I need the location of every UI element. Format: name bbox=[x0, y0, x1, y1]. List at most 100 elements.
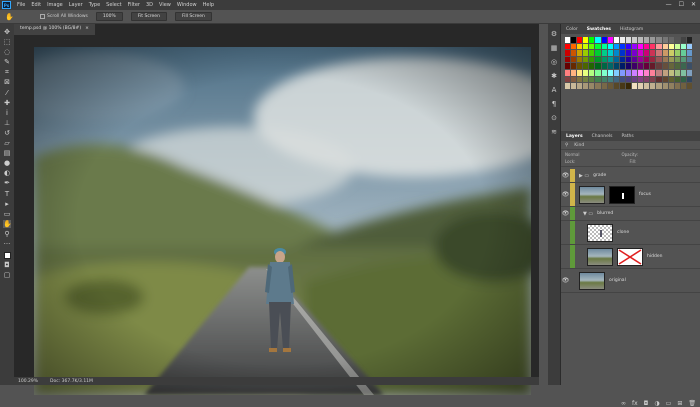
color-swatch[interactable] bbox=[577, 50, 583, 56]
type-tool-icon[interactable]: T bbox=[3, 190, 11, 198]
color-swatch[interactable] bbox=[668, 56, 674, 63]
fill-screen-button[interactable]: Fill Screen bbox=[174, 12, 212, 21]
color-swatch[interactable] bbox=[680, 83, 686, 89]
color-swatch[interactable] bbox=[589, 69, 595, 76]
color-swatch[interactable] bbox=[668, 76, 674, 83]
color-swatch[interactable] bbox=[571, 56, 577, 63]
color-swatch[interactable] bbox=[607, 69, 613, 76]
color-swatch[interactable] bbox=[589, 37, 595, 43]
color-swatch[interactable] bbox=[619, 69, 625, 76]
color-swatch[interactable] bbox=[607, 50, 613, 56]
color-swatch[interactable] bbox=[571, 50, 577, 56]
color-swatch[interactable] bbox=[613, 56, 619, 63]
color-swatch[interactable] bbox=[577, 83, 583, 89]
marquee-tool-icon[interactable]: ⬚ bbox=[3, 38, 11, 46]
zoom-100-button[interactable]: 100% bbox=[95, 12, 123, 21]
menu-window[interactable]: Window bbox=[174, 2, 200, 8]
color-swatch[interactable] bbox=[601, 69, 607, 76]
color-swatch[interactable] bbox=[632, 63, 638, 69]
color-swatch[interactable] bbox=[674, 50, 680, 56]
tab-swatches[interactable]: Swatches bbox=[587, 27, 611, 32]
visibility-eye-icon[interactable] bbox=[561, 221, 570, 244]
color-swatch[interactable] bbox=[656, 63, 662, 69]
color-swatch[interactable] bbox=[607, 76, 613, 83]
color-swatch[interactable] bbox=[650, 63, 656, 69]
color-swatch[interactable] bbox=[571, 63, 577, 69]
color-swatch[interactable] bbox=[625, 63, 632, 69]
color-swatch[interactable] bbox=[638, 37, 644, 43]
color-swatch[interactable] bbox=[583, 50, 589, 56]
color-swatch[interactable] bbox=[583, 43, 589, 50]
add-mask-icon[interactable]: ◘ bbox=[644, 400, 649, 407]
menu-layer[interactable]: Layer bbox=[66, 2, 86, 8]
rectangle-tool-icon[interactable]: ▭ bbox=[3, 210, 11, 218]
color-swatch[interactable] bbox=[638, 76, 644, 83]
color-swatch[interactable] bbox=[668, 37, 674, 43]
history-icon[interactable]: ⚙ bbox=[551, 30, 557, 38]
hand-tool-preset-icon[interactable]: ✋ bbox=[5, 13, 14, 21]
color-swatch[interactable] bbox=[619, 50, 625, 56]
blend-mode-select[interactable]: Normal bbox=[565, 152, 579, 157]
eraser-tool-icon[interactable]: ▱ bbox=[3, 139, 11, 147]
menu-filter[interactable]: Filter bbox=[125, 2, 143, 8]
color-swatch[interactable] bbox=[601, 76, 607, 83]
color-swatch[interactable] bbox=[674, 83, 680, 89]
color-swatch[interactable] bbox=[565, 69, 571, 76]
blur-tool-icon[interactable]: ● bbox=[3, 159, 11, 167]
tab-histogram[interactable]: Histogram bbox=[620, 27, 643, 32]
color-swatch[interactable] bbox=[607, 83, 613, 89]
color-swatch[interactable] bbox=[595, 76, 601, 83]
color-swatch[interactable] bbox=[619, 76, 625, 83]
color-swatch[interactable] bbox=[680, 56, 686, 63]
color-swatch[interactable] bbox=[571, 37, 577, 43]
color-swatch[interactable] bbox=[686, 50, 692, 56]
color-swatch[interactable] bbox=[583, 83, 589, 89]
color-swatch[interactable] bbox=[571, 76, 577, 83]
color-swatch[interactable] bbox=[668, 43, 674, 50]
color-swatch[interactable] bbox=[680, 69, 686, 76]
filter-search-icon[interactable]: ⚲ bbox=[565, 143, 568, 148]
color-swatch[interactable] bbox=[674, 76, 680, 83]
color-swatch[interactable] bbox=[680, 50, 686, 56]
color-swatch[interactable] bbox=[595, 83, 601, 89]
color-swatch[interactable] bbox=[674, 63, 680, 69]
color-swatch[interactable] bbox=[625, 37, 632, 43]
visibility-eye-icon[interactable]: 👁 bbox=[561, 183, 570, 206]
screen-mode-icon[interactable]: ▢ bbox=[3, 271, 11, 279]
color-swatch[interactable] bbox=[668, 83, 674, 89]
color-swatch[interactable] bbox=[656, 50, 662, 56]
color-swatch[interactable] bbox=[662, 43, 668, 50]
quick-select-tool-icon[interactable]: ✎ bbox=[3, 58, 11, 66]
clone-stamp-tool-icon[interactable]: ⊥ bbox=[3, 119, 11, 127]
color-swatch[interactable] bbox=[613, 76, 619, 83]
color-swatch[interactable] bbox=[595, 56, 601, 63]
color-swatch[interactable] bbox=[662, 69, 668, 76]
paragraph-icon[interactable]: ¶ bbox=[552, 100, 556, 108]
color-swatch[interactable] bbox=[686, 76, 692, 83]
color-swatch[interactable] bbox=[577, 43, 583, 50]
color-swatch[interactable] bbox=[632, 69, 638, 76]
color-swatch[interactable] bbox=[638, 50, 644, 56]
menu-edit[interactable]: Edit bbox=[28, 2, 44, 8]
color-swatch[interactable] bbox=[583, 63, 589, 69]
color-swatch[interactable] bbox=[644, 83, 650, 89]
quick-mask-icon[interactable]: ◘ bbox=[3, 261, 11, 269]
color-swatch[interactable] bbox=[613, 83, 619, 89]
adjustment-layer-icon[interactable]: ◑ bbox=[654, 400, 659, 407]
color-swatch[interactable] bbox=[662, 83, 668, 89]
adjustments-icon[interactable]: ◎ bbox=[551, 58, 557, 66]
color-swatch[interactable] bbox=[638, 63, 644, 69]
layers-icon[interactable]: ≋ bbox=[551, 128, 557, 136]
visibility-eye-icon[interactable]: 👁 bbox=[561, 207, 570, 220]
color-swatch[interactable] bbox=[632, 56, 638, 63]
visibility-eye-icon[interactable] bbox=[561, 245, 570, 268]
color-swatch[interactable] bbox=[674, 43, 680, 50]
color-swatch[interactable] bbox=[644, 37, 650, 43]
character-icon[interactable]: A bbox=[552, 86, 557, 94]
color-swatch[interactable] bbox=[668, 63, 674, 69]
color-swatch[interactable] bbox=[656, 43, 662, 50]
tab-paths[interactable]: Paths bbox=[621, 134, 633, 139]
color-swatch[interactable] bbox=[607, 37, 613, 43]
color-swatch[interactable] bbox=[595, 63, 601, 69]
zoom-tool-icon[interactable]: ⚲ bbox=[3, 230, 11, 238]
